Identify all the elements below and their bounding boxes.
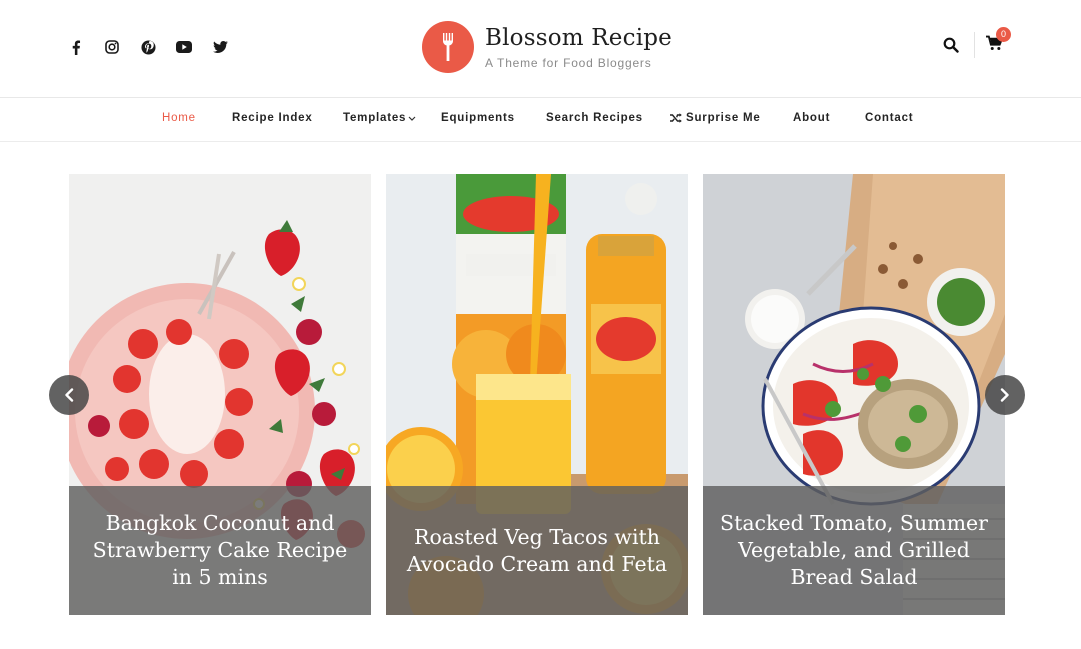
slide-caption: Stacked Tomato, Summer Vegetable, and Gr…	[703, 486, 1005, 615]
pinterest-icon[interactable]	[138, 37, 158, 57]
slide-card[interactable]: Stacked Tomato, Summer Vegetable, and Gr…	[703, 174, 1005, 615]
site-tagline: A Theme for Food Bloggers	[485, 56, 652, 70]
nav-item-contact[interactable]: Contact	[865, 112, 913, 124]
slide-title[interactable]: Bangkok Coconut and Strawberry Cake Reci…	[81, 510, 359, 591]
search-icon[interactable]	[943, 36, 961, 54]
nav-item-label: Contact	[865, 112, 914, 124]
social-links	[66, 37, 230, 57]
nav-item-home[interactable]: Home	[162, 112, 196, 124]
slide-caption: Bangkok Coconut and Strawberry Cake Reci…	[69, 486, 371, 615]
header-divider	[974, 32, 975, 58]
chevron-right-icon	[1000, 388, 1009, 402]
nav-item-templates[interactable]: Templates	[343, 112, 416, 124]
nav-item-label: Home	[162, 112, 196, 124]
slide-card[interactable]: Roasted Veg Tacos with Avocado Cream and…	[386, 174, 688, 615]
slide-card[interactable]: Bangkok Coconut and Strawberry Cake Reci…	[69, 174, 371, 615]
main-navigation: Home Recipe Index Templates Equipments S…	[0, 98, 1081, 142]
cart-count-badge: 0	[996, 27, 1011, 42]
nav-item-label: Equipments	[441, 112, 515, 124]
shuffle-icon	[670, 113, 682, 123]
nav-item-equipments[interactable]: Equipments	[441, 112, 515, 124]
slide-title[interactable]: Roasted Veg Tacos with Avocado Cream and…	[398, 524, 676, 578]
youtube-icon[interactable]	[174, 37, 194, 57]
nav-item-recipe-index[interactable]: Recipe Index	[232, 112, 313, 124]
nav-item-search-recipes[interactable]: Search Recipes	[546, 112, 643, 124]
fork-logo-icon[interactable]	[422, 21, 474, 73]
slide-title[interactable]: Stacked Tomato, Summer Vegetable, and Gr…	[715, 510, 993, 591]
nav-item-label: About	[793, 112, 831, 124]
twitter-icon[interactable]	[210, 37, 230, 57]
chevron-down-icon	[408, 116, 416, 121]
chevron-left-icon	[65, 388, 74, 402]
facebook-icon[interactable]	[66, 37, 86, 57]
nav-item-label: Search Recipes	[546, 112, 643, 124]
brand-text: Blossom Recipe A Theme for Food Bloggers	[485, 24, 672, 70]
nav-item-about[interactable]: About	[793, 112, 830, 124]
instagram-icon[interactable]	[102, 37, 122, 57]
nav-item-label: Surprise Me	[686, 112, 761, 124]
nav-item-label: Templates	[343, 112, 407, 124]
site-title[interactable]: Blossom Recipe	[485, 24, 672, 52]
slide-caption: Roasted Veg Tacos with Avocado Cream and…	[386, 486, 688, 615]
site-branding[interactable]: Blossom Recipe A Theme for Food Bloggers	[422, 21, 672, 73]
slider-prev-button[interactable]	[49, 375, 89, 415]
slider-next-button[interactable]	[985, 375, 1025, 415]
site-header: Blossom Recipe A Theme for Food Bloggers…	[0, 0, 1081, 98]
nav-item-surprise-me[interactable]: Surprise Me	[670, 112, 761, 124]
header-tools: 0	[943, 27, 1011, 58]
cart-button[interactable]: 0	[986, 27, 1011, 55]
nav-item-label: Recipe Index	[232, 112, 313, 124]
